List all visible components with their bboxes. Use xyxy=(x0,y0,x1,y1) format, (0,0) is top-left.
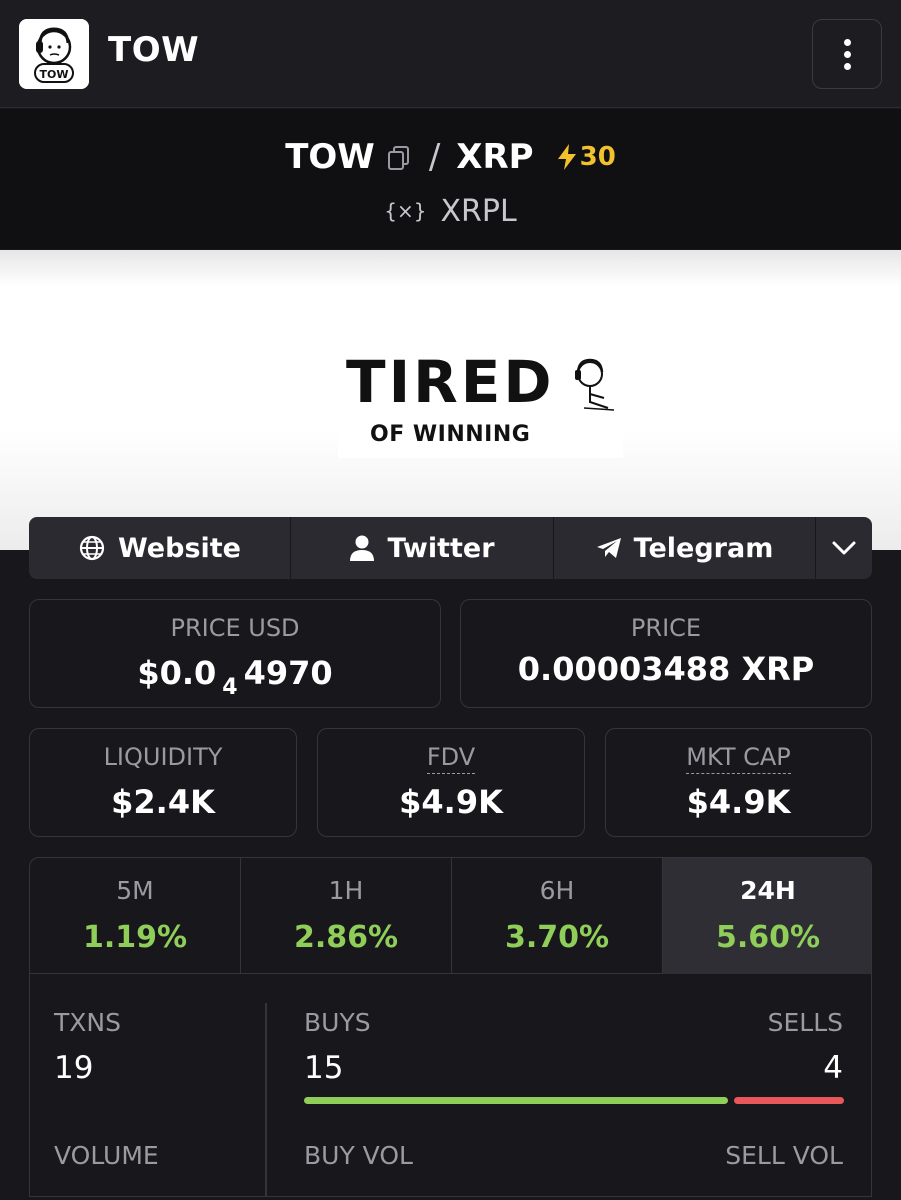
social-links-bar: Website Twitter Telegram xyxy=(29,517,872,579)
website-link-button[interactable]: Website xyxy=(29,517,291,579)
chain-row: {×} XRPL xyxy=(0,187,901,235)
mkt-cap-value: $4.9K xyxy=(686,783,791,821)
mkt-cap-label[interactable]: MKT CAP xyxy=(606,743,871,774)
price-usd-prefix: $0.0 xyxy=(137,654,217,692)
liquidity-label: LIQUIDITY xyxy=(103,743,223,771)
tab-1h-label: 1H xyxy=(328,876,364,905)
boost-badge[interactable]: 30 xyxy=(556,142,616,172)
chain-name[interactable]: XRPL xyxy=(441,194,517,229)
tab-5m-change: 1.19% xyxy=(82,920,188,955)
buy-vol-label: BUY VOL xyxy=(304,1141,413,1170)
buys-ratio-bar xyxy=(304,1097,728,1104)
menu-dot-icon xyxy=(843,50,851,58)
sells-label: SELLS xyxy=(767,1008,843,1037)
app-title: TOW xyxy=(108,30,200,70)
buys-value: 15 xyxy=(304,1050,344,1086)
token-avatar-icon: TOW xyxy=(19,19,89,89)
tab-5m-label: 5M xyxy=(116,876,154,905)
top-bar: TOW TOW xyxy=(0,0,901,108)
price-card: PRICE 0.00003488 XRP xyxy=(460,599,872,708)
tab-1h[interactable]: 1H 2.86% xyxy=(241,858,452,974)
telegram-link-button[interactable]: Telegram xyxy=(554,517,816,579)
tab-5m[interactable]: 5M 1.19% xyxy=(30,858,241,974)
fdv-card: FDV $4.9K xyxy=(317,728,585,837)
price-usd-zero-count: 4 xyxy=(222,675,238,700)
txns-value: 19 xyxy=(54,1050,94,1086)
mkt-cap-card: MKT CAP $4.9K xyxy=(605,728,872,837)
banner-headline: TIRED xyxy=(346,348,555,416)
price-label: PRICE xyxy=(630,614,702,642)
banner-logo: TIRED OF WINNING xyxy=(338,346,623,458)
tab-24h[interactable]: 24H 5.60% xyxy=(663,858,871,974)
price-usd-card: PRICE USD $0.0 4 4970 xyxy=(29,599,441,708)
price-usd-label: PRICE USD xyxy=(170,614,300,642)
svg-text:TOW: TOW xyxy=(40,68,69,81)
txns-label: TXNS xyxy=(54,1008,121,1037)
sells-ratio-bar xyxy=(734,1097,844,1104)
pair-row: TOW / XRP 30 xyxy=(0,133,901,181)
website-link-label: Website xyxy=(117,532,241,564)
tab-24h-change: 5.60% xyxy=(715,920,821,955)
price-usd-digits: 4970 xyxy=(243,654,333,692)
sitting-figure-icon xyxy=(575,358,615,411)
copy-icon[interactable] xyxy=(385,143,413,171)
tab-6h-change: 3.70% xyxy=(504,920,610,955)
lightning-icon xyxy=(557,144,576,170)
banner-subline: OF WINNING xyxy=(370,422,531,447)
tab-6h[interactable]: 6H 3.70% xyxy=(452,858,663,974)
tab-24h-label: 24H xyxy=(740,876,796,905)
liquidity-card: LIQUIDITY $2.4K xyxy=(29,728,297,837)
more-menu-button[interactable] xyxy=(812,19,882,89)
globe-icon xyxy=(79,535,105,561)
telegram-link-label: Telegram xyxy=(633,532,774,564)
pair-header: TOW / XRP 30 {×} XRPL xyxy=(0,109,901,249)
token-banner: TIRED OF WINNING xyxy=(0,250,901,550)
stats-panel: 5M 1.19% 1H 2.86% 6H 3.70% 24H 5.60% TXN… xyxy=(29,857,872,1197)
buys-label: BUYS xyxy=(304,1008,371,1037)
twitter-link-button[interactable]: Twitter xyxy=(291,517,554,579)
chevron-down-icon xyxy=(832,541,856,555)
fdv-label-text: FDV xyxy=(426,743,476,774)
menu-dot-icon xyxy=(843,62,851,70)
tab-6h-label: 6H xyxy=(539,876,575,905)
more-links-button[interactable] xyxy=(816,517,872,579)
token-logo[interactable]: TOW xyxy=(19,19,89,89)
price-usd-value: $0.0 4 4970 xyxy=(30,654,440,700)
sells-value: 4 xyxy=(823,1050,843,1086)
volume-label: VOLUME xyxy=(54,1141,159,1170)
sell-vol-label: SELL VOL xyxy=(725,1141,843,1170)
fdv-label[interactable]: FDV xyxy=(318,743,584,774)
price-value: 0.00003488 XRP xyxy=(517,650,815,688)
txns-divider xyxy=(265,1003,267,1196)
fdv-value: $4.9K xyxy=(399,783,503,821)
boost-count: 30 xyxy=(579,142,616,172)
pair-separator: / xyxy=(428,137,441,177)
timeframe-tabs: 5M 1.19% 1H 2.86% 6H 3.70% 24H 5.60% xyxy=(30,858,871,974)
telegram-icon xyxy=(596,538,621,558)
pair-quote-symbol: XRP xyxy=(456,137,534,177)
user-icon xyxy=(350,535,375,561)
pair-base-symbol: TOW xyxy=(285,137,375,177)
chain-icon: {×} xyxy=(384,199,427,223)
liquidity-value: $2.4K xyxy=(111,783,215,821)
tab-1h-change: 2.86% xyxy=(293,920,399,955)
menu-dot-icon xyxy=(843,38,851,46)
mkt-cap-label-text: MKT CAP xyxy=(686,743,791,774)
twitter-link-label: Twitter xyxy=(387,532,495,564)
